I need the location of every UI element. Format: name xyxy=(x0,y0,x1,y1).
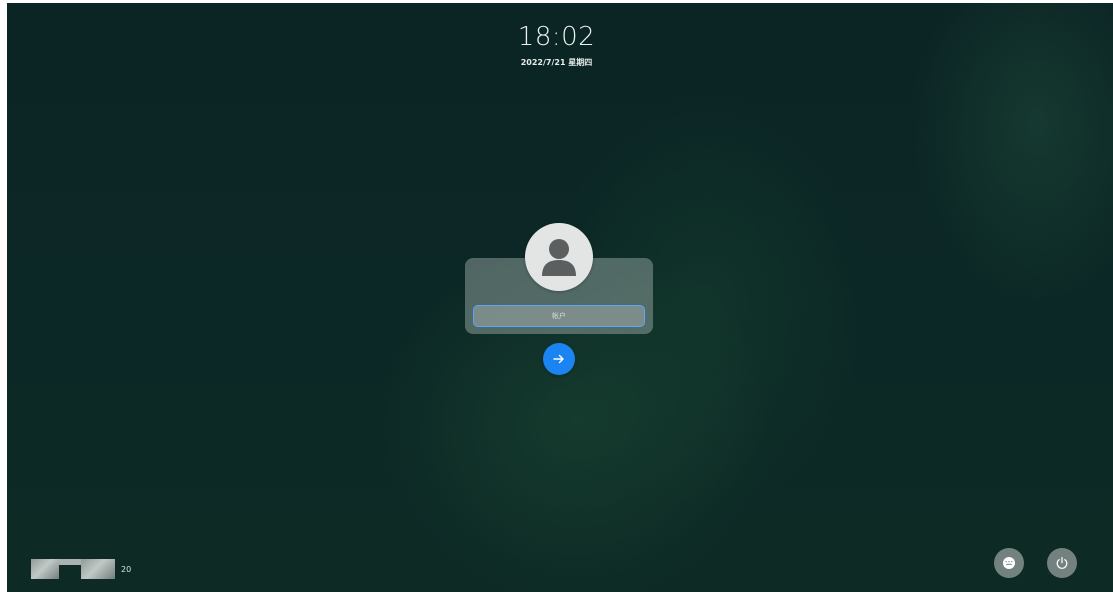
user-avatar[interactable] xyxy=(525,223,593,291)
keyboard-layout-indicator[interactable]: 20 xyxy=(31,559,131,579)
power-button[interactable] xyxy=(1047,548,1077,578)
keyboard-layout-count: 20 xyxy=(121,564,132,574)
layout-thumbnail xyxy=(81,559,115,579)
lock-screen: 18:02 2022/7/21 星期四 20 xyxy=(0,0,1113,592)
clock-time: 18:02 xyxy=(517,22,596,52)
arrow-right-icon xyxy=(553,354,564,364)
login-submit-button[interactable] xyxy=(543,343,575,375)
account-input[interactable] xyxy=(473,305,645,327)
user-avatar-icon xyxy=(542,239,576,276)
power-icon xyxy=(1056,557,1068,569)
layout-thumbnail xyxy=(59,559,81,565)
keyboard-button[interactable] xyxy=(994,548,1024,578)
keyboard-icon xyxy=(1003,557,1015,569)
clock-date: 2022/7/21 星期四 xyxy=(520,58,593,67)
layout-thumbnail xyxy=(31,559,59,579)
